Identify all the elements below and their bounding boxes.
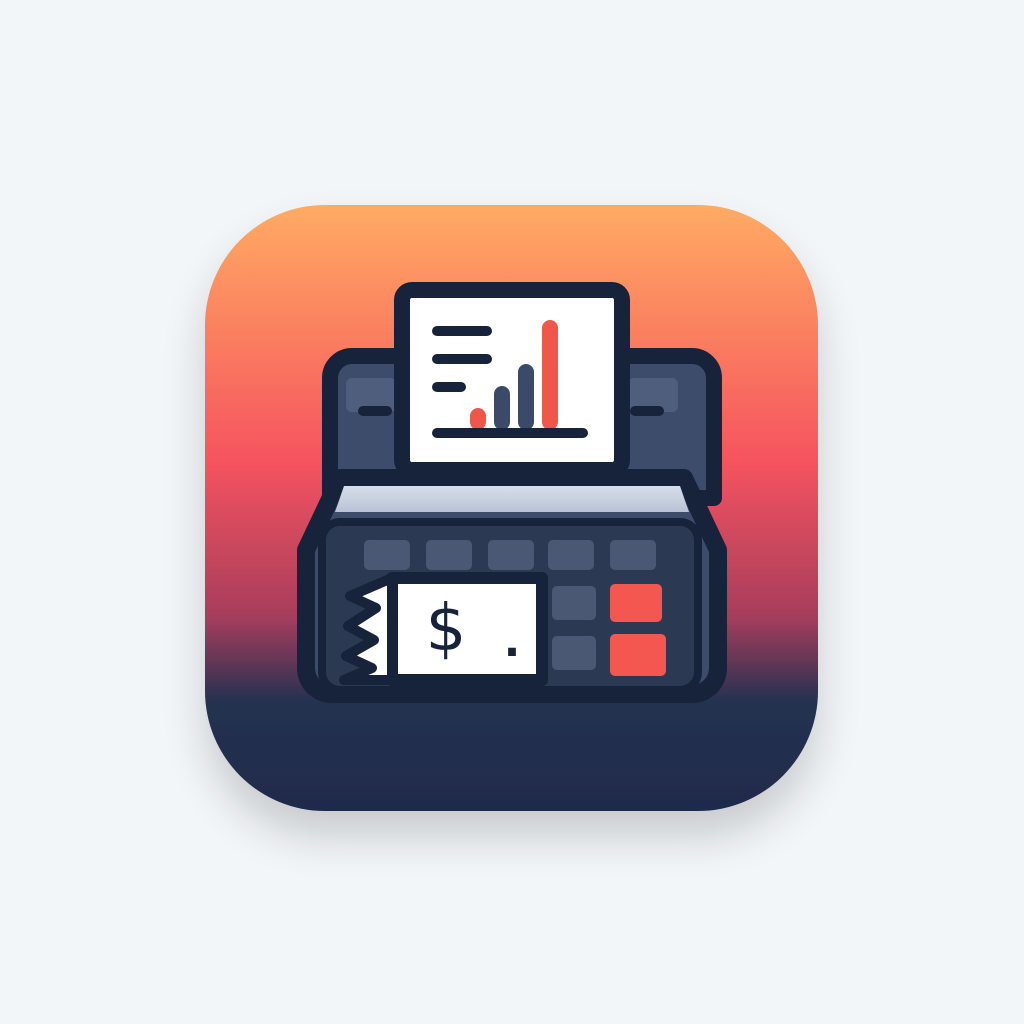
key-top-4: [548, 540, 594, 570]
chart-bar-4: [542, 320, 558, 430]
app-icon-canvas: $ .: [0, 0, 1024, 1024]
key-mid-2: [552, 636, 596, 670]
cash-register-app-icon: $ .: [205, 205, 818, 811]
key-mid-1: [552, 586, 596, 620]
key-top-5: [610, 540, 656, 570]
key-accent-1: [610, 584, 662, 622]
text-line-1: [432, 326, 492, 336]
key-top-2: [426, 540, 472, 570]
key-top-3: [488, 540, 534, 570]
chart-baseline: [432, 428, 588, 438]
key-top-1: [364, 540, 410, 570]
dollar-sign: $: [426, 592, 467, 666]
chart-bar-3: [518, 364, 534, 430]
text-line-3: [432, 382, 466, 392]
receipt-dot: .: [504, 616, 521, 667]
report-paper: [394, 282, 630, 478]
chart-bar-1: [470, 408, 486, 430]
key-accent-2: [610, 634, 666, 676]
receipt-ticket: $ .: [339, 572, 548, 686]
right-slot: [630, 406, 664, 416]
text-line-2: [432, 354, 492, 364]
chart-bar-2: [494, 386, 510, 430]
left-slot: [358, 406, 392, 416]
